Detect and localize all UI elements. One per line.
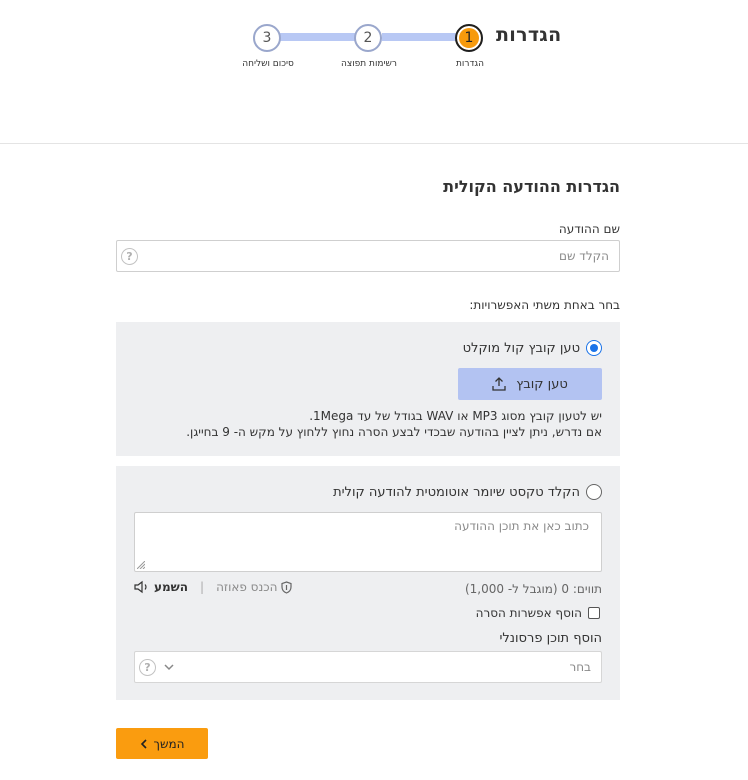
step-track-1-2 xyxy=(382,33,456,41)
message-name-label: שם ההודעה xyxy=(558,222,620,236)
header-divider xyxy=(0,143,748,144)
continue-button[interactable]: המשך xyxy=(116,728,208,759)
speaker-icon xyxy=(134,580,147,594)
text-option-radio[interactable] xyxy=(586,484,602,500)
upload-option-radio[interactable] xyxy=(586,340,602,356)
step-3-circle[interactable]: 3 xyxy=(253,24,281,52)
insert-pause-label: הכנס פאוזה xyxy=(216,580,278,594)
upload-file-button[interactable]: טען קובץ xyxy=(458,368,602,400)
text-option-panel: הקלד טקסט שיומר אוטומטית להודעה קולית תו… xyxy=(116,466,620,700)
upload-info-text: יש לטעון קובץ מסוג MP3 או WAV בגודל של ע… xyxy=(132,408,602,440)
remove-option-label: הוסף אפשרות הסרה xyxy=(475,606,582,620)
step-2-circle[interactable]: 2 xyxy=(354,24,382,52)
listen-label: השמע xyxy=(154,580,189,594)
continue-label: המשך xyxy=(153,736,185,751)
personal-content-label: הוסף תוכן פרסונלי xyxy=(499,631,603,646)
text-option-radio-row[interactable]: הקלד טקסט שיומר אוטומטית להודעה קולית xyxy=(333,484,602,500)
step-1-label: הגדרות xyxy=(456,59,484,69)
message-name-input[interactable] xyxy=(149,241,609,271)
upload-option-radio-row[interactable]: טען קובץ קול מוקלט xyxy=(463,340,602,356)
insert-pause-button[interactable]: הכנס פאוזה xyxy=(216,580,293,594)
personal-content-select[interactable]: בחר ? xyxy=(134,651,602,683)
upload-info-line-1: יש לטעון קובץ מסוג MP3 או WAV בגודל של ע… xyxy=(309,409,602,423)
chevron-down-icon xyxy=(164,664,174,671)
char-count: תווים: 0 (מוגבל ל- 1,000) xyxy=(464,582,602,596)
step-3-label: סיכום ושליחה xyxy=(242,59,294,69)
remove-option-row[interactable]: הוסף אפשרות הסרה xyxy=(476,606,600,620)
choose-option-label: בחר באחת משתי האפשרויות: xyxy=(469,298,620,312)
listen-button[interactable]: השמע xyxy=(134,580,188,594)
help-icon[interactable]: ? xyxy=(139,659,156,676)
step-1-circle[interactable]: 1 xyxy=(455,24,483,52)
resize-grip-icon[interactable] xyxy=(137,561,145,569)
step-2-label: רשימות תפוצה xyxy=(340,59,398,69)
help-icon[interactable]: ? xyxy=(121,248,138,265)
upload-info-line-2: אם נדרש, ניתן לציין בהודעה שבכדי לבצע הס… xyxy=(186,425,602,439)
personal-content-select-value: בחר xyxy=(569,660,591,674)
step-track-2-3 xyxy=(280,33,356,41)
upload-file-label: טען קובץ xyxy=(516,376,568,392)
upload-icon xyxy=(492,377,506,391)
chevron-left-icon xyxy=(140,738,147,749)
tools-separator: | xyxy=(200,580,205,594)
remove-option-checkbox[interactable] xyxy=(588,607,600,619)
text-option-label: הקלד טקסט שיומר אוטומטית להודעה קולית xyxy=(333,484,580,500)
text-tools: הכנס פאוזה | השמע xyxy=(134,580,293,594)
message-content-textarea[interactable] xyxy=(135,513,601,571)
wizard-header: 3 2 1 סיכום ושליחה רשימות תפוצה הגדרות ה… xyxy=(0,0,748,143)
message-name-field[interactable]: ? xyxy=(116,240,620,272)
page-title: הגדרות xyxy=(496,24,562,46)
upload-option-label: טען קובץ קול מוקלט xyxy=(462,340,580,356)
message-content-field[interactable] xyxy=(134,512,602,572)
section-title: הגדרות ההודעה הקולית xyxy=(443,177,620,196)
upload-option-panel: טען קובץ קול מוקלט טען קובץ יש לטעון קוב… xyxy=(116,322,620,456)
shield-icon xyxy=(281,580,293,594)
